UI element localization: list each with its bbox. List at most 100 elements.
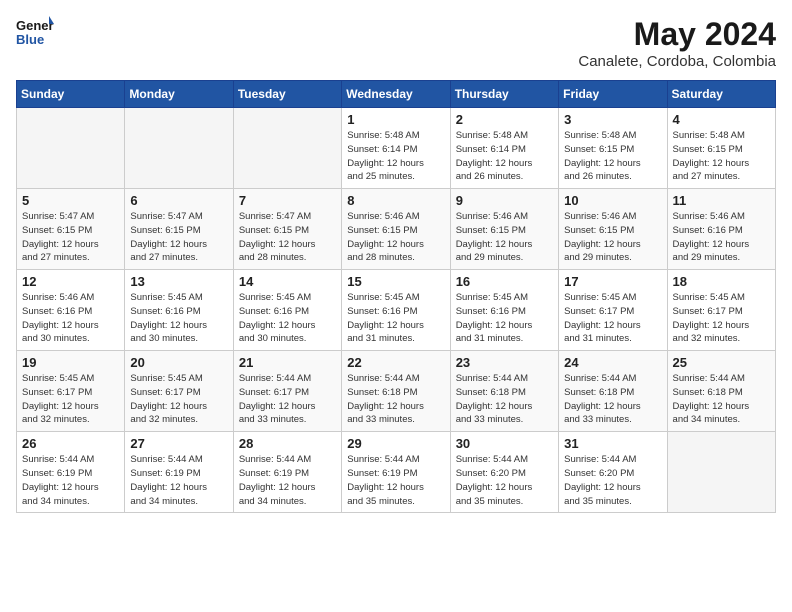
calendar-cell: 20 Sunrise: 5:45 AM Sunset: 6:17 PM Dayli… (125, 351, 233, 432)
day-number: 17 (564, 274, 661, 289)
calendar-cell: 19 Sunrise: 5:45 AM Sunset: 6:17 PM Dayli… (17, 351, 125, 432)
calendar-cell: 21Sunrise: 5:44 AM Sunset: 6:17 PM Dayli… (233, 351, 341, 432)
calendar-cell: 4 Sunrise: 5:48 AM Sunset: 6:15 PM Daylig… (667, 108, 775, 189)
day-info: Sunrise: 5:44 AM Sunset: 6:18 PM Dayligh… (456, 372, 553, 427)
calendar-cell: 25 Sunrise: 5:44 AM Sunset: 6:18 PM Dayli… (667, 351, 775, 432)
day-info: Sunrise: 5:45 AM Sunset: 6:16 PM Dayligh… (130, 291, 227, 346)
month-year-title: May 2024 (578, 16, 776, 53)
header-saturday: Saturday (667, 81, 775, 108)
day-info: Sunrise: 5:45 AM Sunset: 6:17 PM Dayligh… (22, 372, 119, 427)
calendar-cell: 16Sunrise: 5:45 AM Sunset: 6:16 PM Dayli… (450, 270, 558, 351)
calendar-cell (17, 108, 125, 189)
calendar-cell (233, 108, 341, 189)
day-info: Sunrise: 5:48 AM Sunset: 6:15 PM Dayligh… (564, 129, 661, 184)
calendar-cell: 7Sunrise: 5:47 AM Sunset: 6:15 PM Daylig… (233, 189, 341, 270)
calendar-cell: 9 Sunrise: 5:46 AM Sunset: 6:15 PM Daylig… (450, 189, 558, 270)
day-info: Sunrise: 5:44 AM Sunset: 6:19 PM Dayligh… (239, 453, 336, 508)
day-number: 19 (22, 355, 119, 370)
calendar-cell: 28 Sunrise: 5:44 AM Sunset: 6:19 PM Dayli… (233, 432, 341, 513)
day-info: Sunrise: 5:46 AM Sunset: 6:15 PM Dayligh… (564, 210, 661, 265)
day-number: 3 (564, 112, 661, 127)
day-number: 24 (564, 355, 661, 370)
day-number: 8 (347, 193, 444, 208)
header-thursday: Thursday (450, 81, 558, 108)
day-info: Sunrise: 5:44 AM Sunset: 6:19 PM Dayligh… (347, 453, 444, 508)
day-info: Sunrise: 5:44 AM Sunset: 6:18 PM Dayligh… (347, 372, 444, 427)
day-info: Sunrise: 5:45 AM Sunset: 6:16 PM Dayligh… (239, 291, 336, 346)
day-number: 7 (239, 193, 336, 208)
calendar-week-row: 19 Sunrise: 5:45 AM Sunset: 6:17 PM Dayli… (17, 351, 776, 432)
calendar-cell: 24 Sunrise: 5:44 AM Sunset: 6:18 PM Dayli… (559, 351, 667, 432)
calendar-cell: 10 Sunrise: 5:46 AM Sunset: 6:15 PM Dayli… (559, 189, 667, 270)
day-number: 22 (347, 355, 444, 370)
calendar-cell: 31 Sunrise: 5:44 AM Sunset: 6:20 PM Dayli… (559, 432, 667, 513)
day-number: 29 (347, 436, 444, 451)
day-info: Sunrise: 5:45 AM Sunset: 6:17 PM Dayligh… (130, 372, 227, 427)
day-info: Sunrise: 5:47 AM Sunset: 6:15 PM Dayligh… (22, 210, 119, 265)
day-info: Sunrise: 5:47 AM Sunset: 6:15 PM Dayligh… (130, 210, 227, 265)
day-number: 26 (22, 436, 119, 451)
day-info: Sunrise: 5:48 AM Sunset: 6:15 PM Dayligh… (673, 129, 770, 184)
calendar-cell: 3 Sunrise: 5:48 AM Sunset: 6:15 PM Daylig… (559, 108, 667, 189)
calendar-cell: 5 Sunrise: 5:47 AM Sunset: 6:15 PM Daylig… (17, 189, 125, 270)
day-number: 21 (239, 355, 336, 370)
calendar-table: SundayMondayTuesdayWednesdayThursdayFrid… (16, 80, 776, 513)
day-info: Sunrise: 5:48 AM Sunset: 6:14 PM Dayligh… (347, 129, 444, 184)
day-number: 12 (22, 274, 119, 289)
calendar-cell: 11 Sunrise: 5:46 AM Sunset: 6:16 PM Dayli… (667, 189, 775, 270)
day-number: 9 (456, 193, 553, 208)
day-number: 16 (456, 274, 553, 289)
day-info: Sunrise: 5:45 AM Sunset: 6:16 PM Dayligh… (347, 291, 444, 346)
day-number: 31 (564, 436, 661, 451)
header-friday: Friday (559, 81, 667, 108)
day-info: Sunrise: 5:46 AM Sunset: 6:16 PM Dayligh… (673, 210, 770, 265)
calendar-cell (125, 108, 233, 189)
calendar-cell: 14 Sunrise: 5:45 AM Sunset: 6:16 PM Dayli… (233, 270, 341, 351)
calendar-cell: 12 Sunrise: 5:46 AM Sunset: 6:16 PM Dayli… (17, 270, 125, 351)
day-info: Sunrise: 5:45 AM Sunset: 6:17 PM Dayligh… (673, 291, 770, 346)
day-number: 27 (130, 436, 227, 451)
page-header: General Blue May 2024 Canalete, Cordoba,… (16, 16, 776, 70)
logo-wordmark: General Blue (16, 16, 54, 48)
day-info: Sunrise: 5:46 AM Sunset: 6:15 PM Dayligh… (347, 210, 444, 265)
calendar-cell: 26 Sunrise: 5:44 AM Sunset: 6:19 PM Dayli… (17, 432, 125, 513)
day-number: 30 (456, 436, 553, 451)
day-info: Sunrise: 5:44 AM Sunset: 6:20 PM Dayligh… (456, 453, 553, 508)
day-number: 1 (347, 112, 444, 127)
calendar-cell: 6 Sunrise: 5:47 AM Sunset: 6:15 PM Daylig… (125, 189, 233, 270)
calendar-cell: 18Sunrise: 5:45 AM Sunset: 6:17 PM Dayli… (667, 270, 775, 351)
day-number: 2 (456, 112, 553, 127)
header-monday: Monday (125, 81, 233, 108)
logo: General Blue (16, 16, 54, 48)
day-number: 10 (564, 193, 661, 208)
calendar-header-row: SundayMondayTuesdayWednesdayThursdayFrid… (17, 81, 776, 108)
calendar-cell: 13Sunrise: 5:45 AM Sunset: 6:16 PM Dayli… (125, 270, 233, 351)
day-info: Sunrise: 5:44 AM Sunset: 6:18 PM Dayligh… (673, 372, 770, 427)
logo-graphic: General Blue (16, 16, 54, 48)
day-number: 20 (130, 355, 227, 370)
calendar-cell: 8 Sunrise: 5:46 AM Sunset: 6:15 PM Daylig… (342, 189, 450, 270)
day-number: 28 (239, 436, 336, 451)
day-number: 23 (456, 355, 553, 370)
calendar-cell: 17Sunrise: 5:45 AM Sunset: 6:17 PM Dayli… (559, 270, 667, 351)
day-number: 11 (673, 193, 770, 208)
calendar-week-row: 12 Sunrise: 5:46 AM Sunset: 6:16 PM Dayli… (17, 270, 776, 351)
day-number: 25 (673, 355, 770, 370)
day-number: 14 (239, 274, 336, 289)
day-number: 5 (22, 193, 119, 208)
calendar-week-row: 26 Sunrise: 5:44 AM Sunset: 6:19 PM Dayli… (17, 432, 776, 513)
calendar-cell: 15Sunrise: 5:45 AM Sunset: 6:16 PM Dayli… (342, 270, 450, 351)
title-block: May 2024 Canalete, Cordoba, Colombia (578, 16, 776, 70)
calendar-cell: 1 Sunrise: 5:48 AM Sunset: 6:14 PM Daylig… (342, 108, 450, 189)
day-info: Sunrise: 5:44 AM Sunset: 6:18 PM Dayligh… (564, 372, 661, 427)
calendar-cell: 2Sunrise: 5:48 AM Sunset: 6:14 PM Daylig… (450, 108, 558, 189)
day-number: 6 (130, 193, 227, 208)
calendar-week-row: 5 Sunrise: 5:47 AM Sunset: 6:15 PM Daylig… (17, 189, 776, 270)
calendar-cell: 22 Sunrise: 5:44 AM Sunset: 6:18 PM Dayli… (342, 351, 450, 432)
day-info: Sunrise: 5:44 AM Sunset: 6:20 PM Dayligh… (564, 453, 661, 508)
header-sunday: Sunday (17, 81, 125, 108)
day-info: Sunrise: 5:44 AM Sunset: 6:19 PM Dayligh… (22, 453, 119, 508)
day-info: Sunrise: 5:46 AM Sunset: 6:15 PM Dayligh… (456, 210, 553, 265)
day-info: Sunrise: 5:46 AM Sunset: 6:16 PM Dayligh… (22, 291, 119, 346)
day-number: 4 (673, 112, 770, 127)
